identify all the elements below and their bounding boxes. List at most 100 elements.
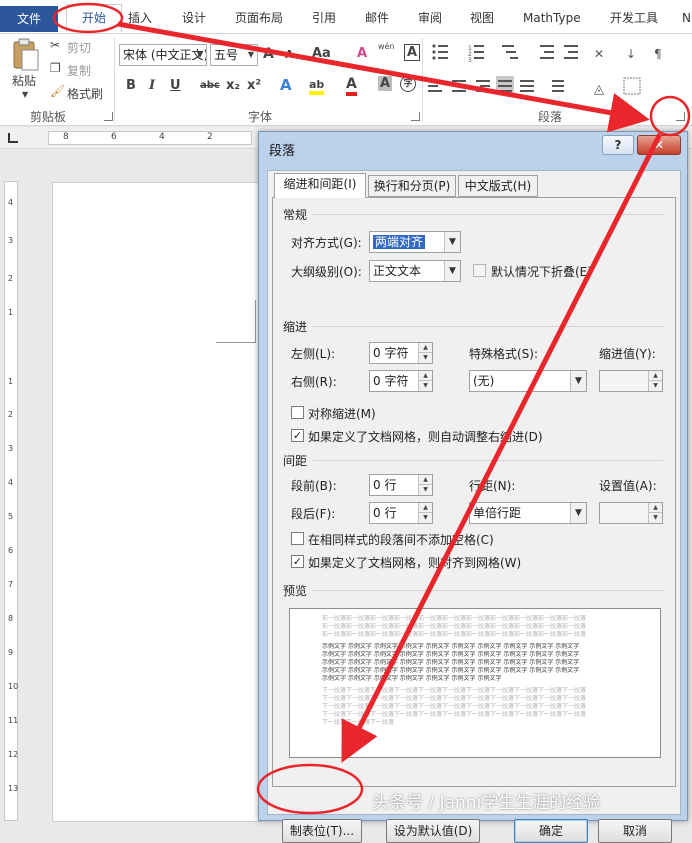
format-painter-button[interactable]: 格式刷 — [67, 85, 103, 102]
italic-icon[interactable]: I — [149, 78, 155, 93]
tab-asian-typography[interactable]: 中文版式(H) — [458, 175, 538, 197]
tab-line-page-breaks[interactable]: 换行和分页(P) — [368, 175, 456, 197]
clipboard-launcher-icon[interactable] — [104, 112, 113, 121]
ruler-number: 8 — [8, 614, 14, 623]
preview-sample-text: 示例文字 示例文字 示例文字 示例文字 示例文字 示例文字 示例文字 示例文字 … — [322, 667, 580, 674]
special-indent-select[interactable]: (无) ▼ — [469, 370, 587, 392]
preview-next-text: 下一段落下一段落下一段落下一段落下一段落下一段落下一段落下一段落下一段落下一段落… — [322, 687, 587, 694]
right-indent-spinner[interactable]: 0 字符 ▲ ▼ — [369, 370, 433, 392]
paste-dropdown-icon[interactable]: ▼ — [22, 90, 28, 99]
set-default-button[interactable]: 设为默认值(D) — [386, 819, 480, 843]
spinner-arrows-icon[interactable]: ▲ ▼ — [648, 503, 662, 523]
copy-icon[interactable]: ❐ — [50, 61, 61, 75]
space-after-spinner[interactable]: 0 行 ▲ ▼ — [369, 502, 433, 524]
ok-button[interactable]: 确定 — [514, 819, 588, 843]
cut-button[interactable]: 剪切 — [67, 39, 91, 56]
tab-indents-spacing[interactable]: 缩进和间距(I) — [274, 173, 366, 198]
ruler-number: 1 — [8, 377, 14, 386]
preview-sample-text: 示例文字 示例文字 示例文字 示例文字 示例文字 示例文字 示例文字 — [322, 675, 502, 682]
spinner-arrows-icon[interactable]: ▲ ▼ — [418, 475, 432, 495]
ribbon-tab-bar: 文件 开始 插入 设计 页面布局 引用 邮件 审阅 视图 MathType 开发… — [0, 0, 692, 34]
tab-mathtype[interactable]: MathType — [523, 8, 581, 28]
tab-home[interactable]: 开始 — [66, 4, 122, 32]
divider — [313, 214, 663, 215]
ruler-number: 9 — [8, 648, 14, 657]
ruler-number: 4 — [8, 198, 14, 207]
font-name-select[interactable]: 宋体 (中文正文) ▼ — [119, 44, 207, 66]
auto-adjust-indent-label: 如果定义了文档网格，则自动调整右缩进(D) — [308, 430, 543, 444]
tab-references[interactable]: 引用 — [312, 8, 336, 28]
strikethrough-icon[interactable]: abc — [200, 80, 220, 91]
spinner-arrows-icon[interactable]: ▲ ▼ — [418, 371, 432, 391]
copy-button[interactable]: 复制 — [67, 62, 91, 79]
dialog-title: 段落 — [269, 144, 296, 159]
indent-by-spinner[interactable]: ▲ ▼ — [599, 370, 663, 392]
superscript-icon[interactable]: x² — [247, 78, 261, 93]
line-spacing-select[interactable]: 单倍行距 ▼ — [469, 502, 587, 524]
outline-level-value: 正文文本 — [373, 264, 422, 278]
snap-to-grid-checkbox[interactable]: ✓ — [291, 555, 304, 568]
tab-view[interactable]: 视图 — [470, 8, 494, 28]
mirror-indent-checkbox[interactable] — [291, 406, 304, 419]
special-indent-label: 特殊格式(S): — [469, 347, 539, 361]
svg-text:✕: ✕ — [594, 47, 604, 61]
enclose-char-icon[interactable]: 字 — [400, 76, 416, 92]
tab-more[interactable]: N — [682, 8, 691, 28]
spinner-arrows-icon[interactable]: ▲ ▼ — [648, 371, 662, 391]
char-shading-icon[interactable]: A — [378, 76, 393, 91]
tabs-button[interactable]: 制表位(T)... — [282, 819, 362, 843]
underline-icon[interactable]: U — [170, 78, 181, 93]
tab-design[interactable]: 设计 — [182, 8, 206, 28]
outline-level-select[interactable]: 正文文本 ▼ — [369, 260, 461, 282]
text-effects-icon[interactable]: A — [280, 76, 292, 94]
shrink-font-icon[interactable]: A — [285, 48, 294, 61]
grow-font-icon[interactable]: A — [263, 46, 274, 62]
paragraph-preview: 前一段落前一段落前一段落前一段落前一段落前一段落前一段落前一段落前一段落前一段落… — [289, 608, 661, 758]
paragraph-group-label: 段落 — [538, 110, 563, 124]
font-color-icon[interactable]: A — [346, 76, 357, 96]
paste-button[interactable]: 粘贴 — [12, 72, 36, 89]
subscript-icon[interactable]: x₂ — [226, 78, 240, 93]
spinner-arrows-icon[interactable]: ▲ ▼ — [418, 343, 432, 363]
tab-review[interactable]: 审阅 — [418, 8, 442, 28]
clear-format-icon[interactable]: A — [357, 46, 367, 61]
tab-file[interactable]: 文件 — [0, 6, 58, 32]
paragraph-tools-icons[interactable]: 1 2 3 ✕ ↓ ¶ ◬ — [428, 40, 690, 100]
no-space-same-style-checkbox[interactable] — [291, 532, 304, 545]
ruler-number: 5 — [8, 512, 14, 521]
bold-icon[interactable]: B — [126, 78, 136, 93]
tab-mailings[interactable]: 邮件 — [365, 8, 389, 28]
font-launcher-icon[interactable] — [411, 112, 420, 121]
tab-insert[interactable]: 插入 — [128, 8, 152, 28]
cancel-button[interactable]: 取消 — [598, 819, 672, 843]
collapse-checkbox[interactable] — [473, 264, 486, 277]
alignment-select[interactable]: 两端对齐 ▼ — [369, 231, 461, 253]
help-button[interactable]: ? — [602, 135, 634, 155]
format-painter-icon[interactable]: 🖌 — [50, 84, 65, 98]
document-page[interactable] — [52, 182, 262, 822]
space-before-label: 段前(B): — [291, 479, 337, 493]
cut-icon[interactable]: ✂ — [50, 38, 60, 52]
change-case-icon[interactable]: Aa — [312, 46, 331, 61]
tab-layout[interactable]: 页面布局 — [235, 8, 283, 28]
chevron-down-icon: ▼ — [444, 261, 460, 281]
tab-selector-icon[interactable] — [8, 133, 18, 143]
at-spinner[interactable]: ▲ ▼ — [599, 502, 663, 524]
outline-level-label: 大纲级别(O): — [291, 265, 362, 279]
ruler-number: 3 — [8, 236, 14, 245]
ruler-number: 6 — [111, 132, 117, 142]
paragraph-launcher-icon[interactable] — [676, 112, 685, 121]
auto-adjust-indent-checkbox[interactable]: ✓ — [291, 429, 304, 442]
char-border-icon[interactable]: A — [404, 44, 421, 61]
highlight-icon[interactable]: ab — [309, 78, 325, 95]
mirror-indent-label: 对称缩进(M) — [308, 407, 376, 421]
close-button[interactable]: ✕ — [637, 135, 681, 155]
font-size-select[interactable]: 五号 ▼ — [210, 44, 258, 66]
space-before-spinner[interactable]: 0 行 ▲ ▼ — [369, 474, 433, 496]
special-indent-value: (无) — [473, 374, 495, 388]
snap-to-grid-label: 如果定义了文档网格，则对齐到网格(W) — [308, 556, 522, 570]
left-indent-spinner[interactable]: 0 字符 ▲ ▼ — [369, 342, 433, 364]
tab-developer[interactable]: 开发工具 — [610, 8, 658, 28]
phonetic-guide-icon[interactable]: wén — [378, 42, 395, 51]
spinner-arrows-icon[interactable]: ▲ ▼ — [418, 503, 432, 523]
